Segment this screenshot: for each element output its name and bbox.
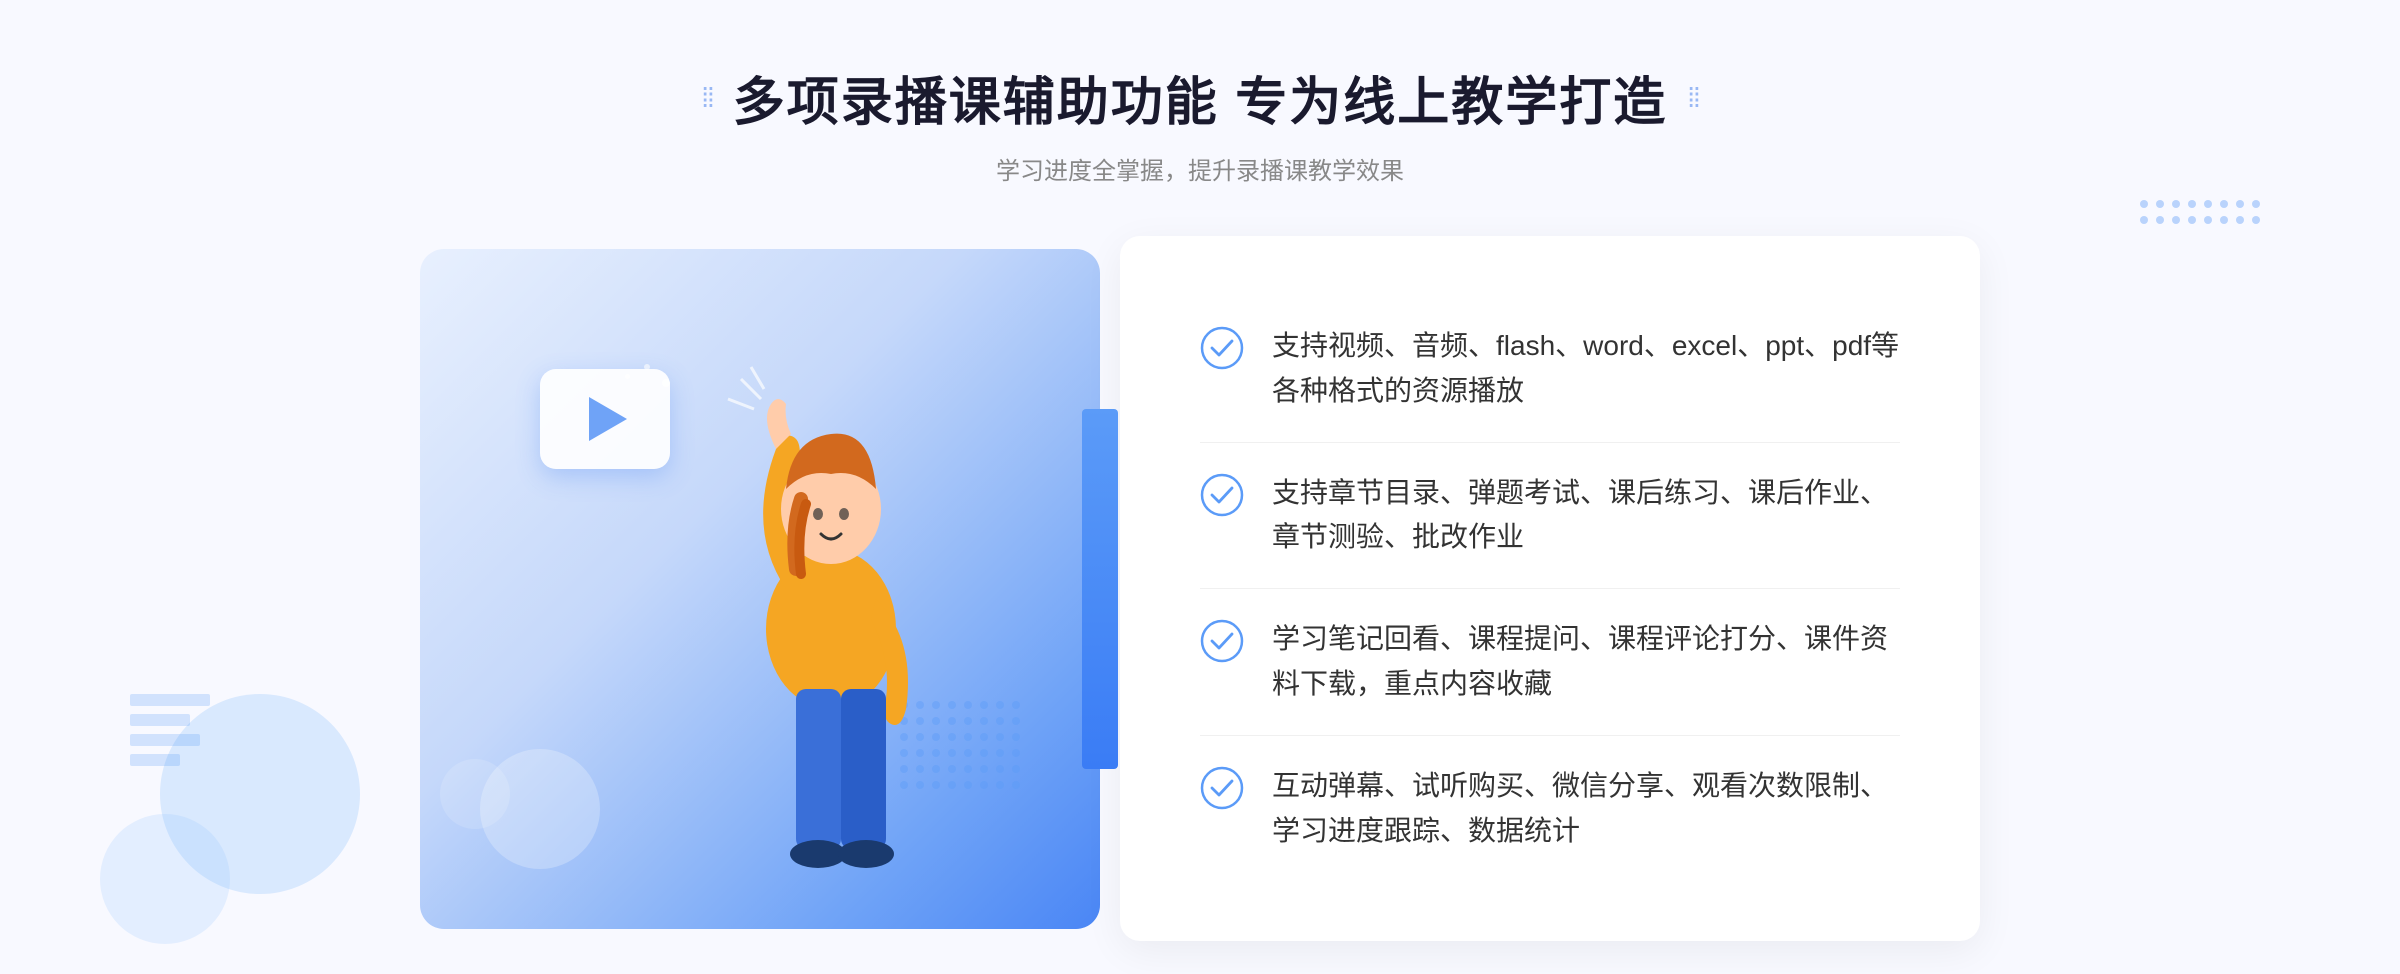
feature-item-1: 支持视频、音频、flash、word、excel、ppt、pdf等各种格式的资源… [1200,296,1900,443]
page-title: 多项录播课辅助功能 专为线上教学打造 [733,60,1667,135]
feature-text-4: 互动弹幕、试听购买、微信分享、观看次数限制、学习进度跟踪、数据统计 [1272,764,1900,854]
main-content: » [400,236,2000,941]
deco-circle-2 [440,759,510,829]
page-wrapper: ⁞⁞ 多项录播课辅助功能 专为线上教学打造 ⁞⁞ 学习进度全掌握，提升录播课教学… [0,0,2400,974]
check-icon-4 [1200,766,1244,810]
right-dot-pattern [2140,200,2260,224]
header-section: ⁞⁞ 多项录播课辅助功能 专为线上教学打造 ⁞⁞ 学习进度全掌握，提升录播课教学… [701,60,1699,186]
feature-text-2: 支持章节目录、弹题考试、课后练习、课后作业、章节测验、批改作业 [1272,471,1900,561]
right-dots-decoration [2140,200,2260,224]
header-deco-right: ⁞⁞ [1687,82,1699,114]
feature-item-4: 互动弹幕、试听购买、微信分享、观看次数限制、学习进度跟踪、数据统计 [1200,736,1900,882]
check-icon-3 [1200,619,1244,663]
sparkle-3 [625,374,630,379]
check-icon-1 [1200,326,1244,370]
header-title-row: ⁞⁞ 多项录播课辅助功能 专为线上教学打造 ⁞⁞ [701,60,1699,135]
blue-bar-accent [1082,409,1118,769]
feature-text-1: 支持视频、音频、flash、word、excel、ppt、pdf等各种格式的资源… [1272,324,1900,414]
large-circle-deco-2 [100,814,230,944]
features-panel: 支持视频、音频、flash、word、excel、ppt、pdf等各种格式的资源… [1120,236,1980,941]
header-deco-left: ⁞⁞ [701,82,713,114]
illustration-card [420,249,1100,929]
person-illustration [646,349,1026,929]
header-subtitle: 学习进度全掌握，提升录播课教学效果 [701,151,1699,186]
feature-item-3: 学习笔记回看、课程提问、课程评论打分、课件资料下载，重点内容收藏 [1200,589,1900,736]
feature-item-2: 支持章节目录、弹题考试、课后练习、课后作业、章节测验、批改作业 [1200,443,1900,590]
feature-text-3: 学习笔记回看、课程提问、课程评论打分、课件资料下载，重点内容收藏 [1272,617,1900,707]
check-icon-2 [1200,473,1244,517]
play-icon [589,397,627,441]
lines-decoration [130,694,210,774]
